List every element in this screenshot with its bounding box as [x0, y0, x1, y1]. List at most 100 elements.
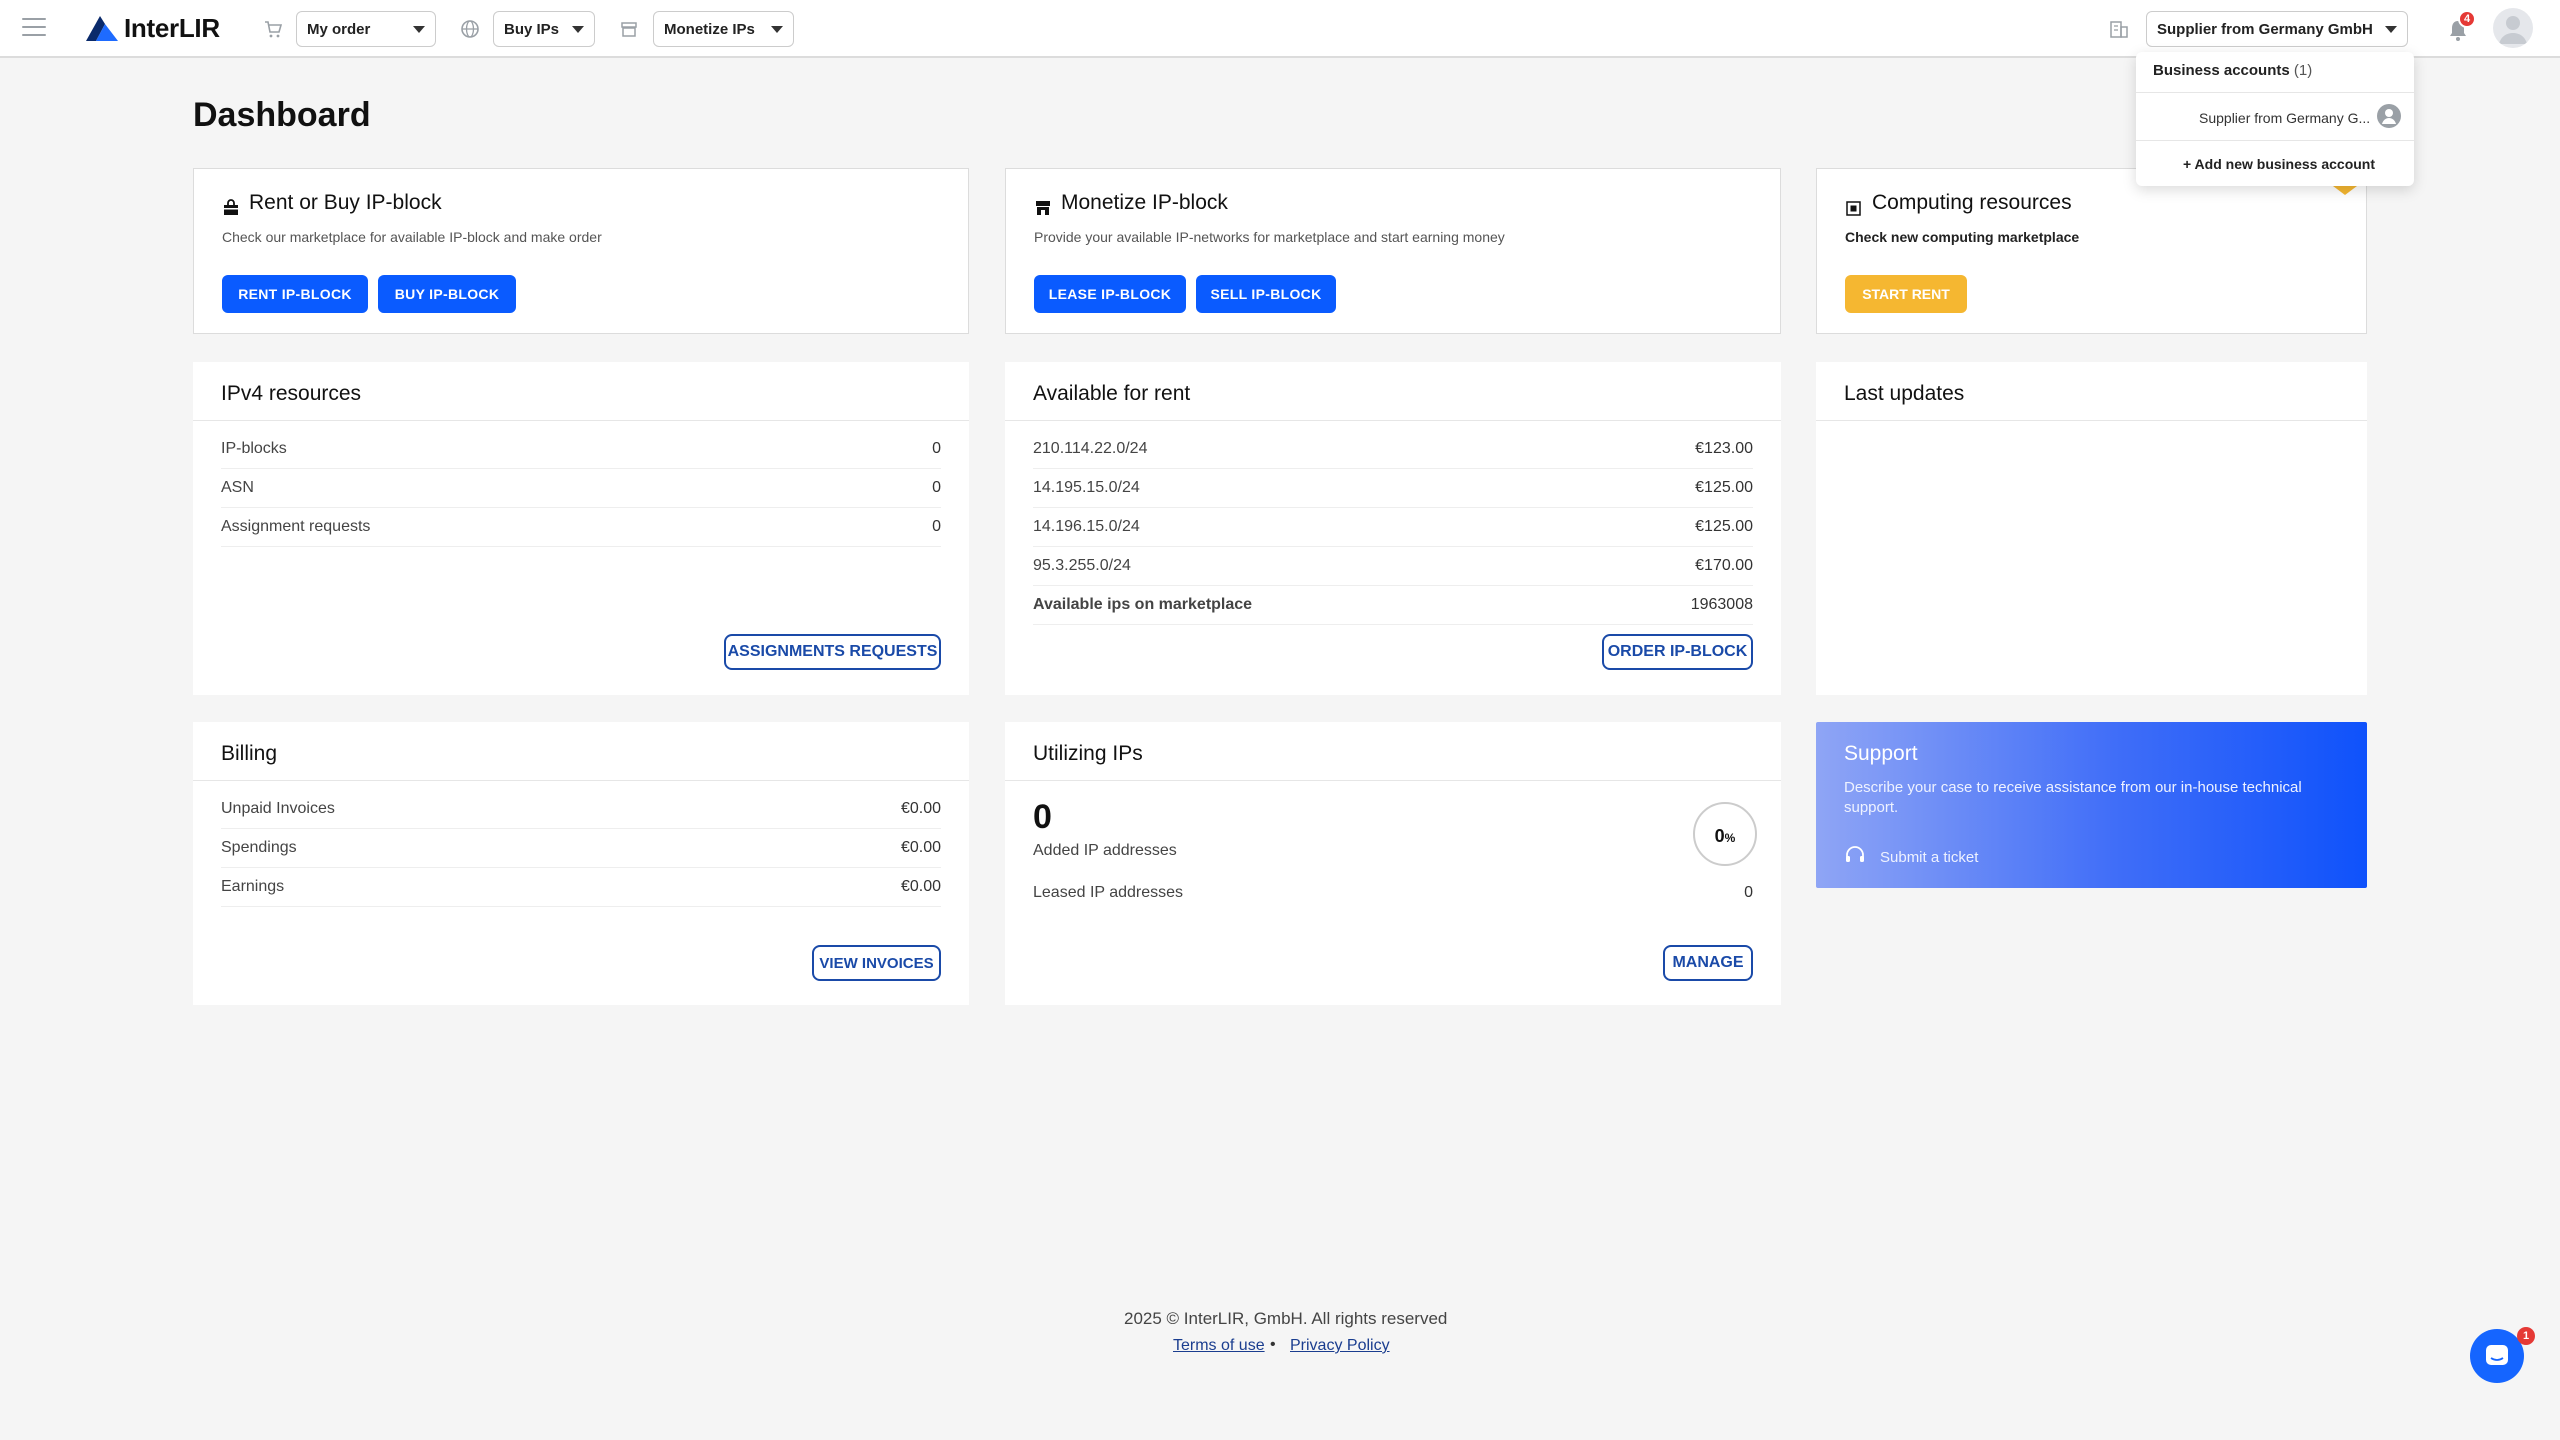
- account-select[interactable]: Supplier from Germany GmbH: [2146, 11, 2408, 47]
- buy-ip-block-button[interactable]: BUY IP-BLOCK: [378, 275, 516, 313]
- building-icon: [2110, 21, 2128, 38]
- privacy-link[interactable]: Privacy Policy: [1290, 1337, 1390, 1355]
- row-label: ASN: [221, 479, 254, 496]
- chat-icon: [2486, 1345, 2508, 1365]
- buy-ips-select[interactable]: Buy IPs: [493, 11, 595, 47]
- card-subtitle: Check new computing marketplace: [1845, 229, 2080, 245]
- menu-icon[interactable]: [22, 18, 46, 38]
- view-invoices-button[interactable]: VIEW INVOICES: [812, 945, 941, 981]
- store-icon: [1036, 201, 1050, 215]
- lease-ip-block-button[interactable]: LEASE IP-BLOCK: [1034, 275, 1186, 313]
- row-label: Spendings: [221, 839, 297, 856]
- billing-card: Billing Unpaid Invoices €0.00 Spendings …: [193, 722, 969, 1005]
- divider: [1816, 420, 2367, 421]
- bag-icon: [224, 199, 238, 215]
- row-label: Unpaid Invoices: [221, 800, 335, 817]
- globe-icon: [461, 20, 479, 38]
- account-dropdown: Business accounts (1) Supplier from Germ…: [2136, 52, 2414, 186]
- card-title: Billing: [221, 742, 278, 765]
- divider: [1033, 585, 1753, 586]
- chat-button[interactable]: [2470, 1329, 2524, 1383]
- chevron-down-icon: [413, 25, 425, 33]
- card-title: Computing resources: [1872, 191, 2072, 214]
- total-value: 1963008: [1690, 596, 1753, 613]
- start-rent-button[interactable]: START RENT: [1845, 275, 1967, 313]
- divider: [1005, 780, 1781, 781]
- row-label: Earnings: [221, 878, 285, 895]
- card-title: IPv4 resources: [221, 382, 362, 405]
- account-item[interactable]: Supplier from Germany G...: [2199, 110, 2370, 126]
- sell-ip-block-button[interactable]: SELL IP-BLOCK: [1196, 275, 1336, 313]
- headset-icon: [1846, 846, 1864, 862]
- divider: [193, 780, 969, 781]
- divider: [2136, 140, 2414, 141]
- leased-ip-value: 0: [1744, 884, 1753, 901]
- row-value: 0: [932, 479, 941, 496]
- dropdown-header: Business accounts (1): [2153, 62, 2312, 79]
- rent-ip-block-button[interactable]: RENT IP-BLOCK: [222, 275, 368, 313]
- divider: [221, 867, 941, 868]
- divider: [221, 828, 941, 829]
- divider: [1005, 420, 1781, 421]
- leased-ip-label: Leased IP addresses: [1033, 884, 1184, 901]
- divider: [221, 468, 941, 469]
- added-ip-count: 0: [1033, 798, 1052, 836]
- add-business-account-button[interactable]: + Add new business account: [2183, 156, 2375, 172]
- divider: [193, 420, 969, 421]
- notification-badge: 4: [2458, 10, 2476, 28]
- row-label[interactable]: 14.195.15.0/24: [1033, 479, 1140, 497]
- monetize-ips-select[interactable]: Monetize IPs: [653, 11, 794, 47]
- row-value: 0: [932, 440, 941, 457]
- utilizing-ips-card: Utilizing IPs 0 Added IP addresses 0% Le…: [1005, 722, 1781, 1005]
- brand-name: InterLIR: [124, 12, 220, 43]
- dropdown-header-label: Business accounts: [2153, 62, 2290, 79]
- avatar[interactable]: [2493, 8, 2533, 48]
- divider: [2136, 92, 2414, 93]
- gauge-value: 0%: [1695, 826, 1755, 847]
- submit-ticket-link[interactable]: Submit a ticket: [1880, 849, 1978, 866]
- row-value: €0.00: [900, 839, 941, 856]
- monetize-card: Monetize IP-block Provide your available…: [1005, 168, 1781, 334]
- chevron-down-icon: [572, 25, 584, 33]
- card-title: Available for rent: [1033, 382, 1191, 405]
- divider: [1033, 546, 1753, 547]
- store-icon: [621, 22, 637, 37]
- buy-ips-label: Buy IPs: [504, 20, 560, 38]
- chat-badge: 1: [2517, 1327, 2535, 1345]
- top-bar: InterLIR My order Buy IPs Monetize IPs S…: [0, 0, 2560, 58]
- card-title: Utilizing IPs: [1033, 742, 1143, 765]
- terms-link[interactable]: Terms of use: [1173, 1337, 1265, 1355]
- manage-button[interactable]: MANAGE: [1663, 945, 1753, 981]
- rent-buy-card: Rent or Buy IP-block Check our marketpla…: [193, 168, 969, 334]
- available-for-rent-card: Available for rent 210.114.22.0/24 €123.…: [1005, 362, 1781, 695]
- cart-icon: [265, 21, 283, 38]
- divider: [221, 507, 941, 508]
- divider: [1033, 624, 1753, 625]
- divider: [221, 906, 941, 907]
- divider: [1033, 468, 1753, 469]
- dropdown-header-count: (1): [2293, 62, 2313, 79]
- chevron-down-icon: [771, 25, 783, 33]
- row-value: €170.00: [1695, 557, 1753, 574]
- row-value: €125.00: [1695, 479, 1753, 496]
- account-select-label: Supplier from Germany GmbH: [2157, 20, 2373, 38]
- row-label[interactable]: 14.196.15.0/24: [1033, 518, 1140, 536]
- card-title: Rent or Buy IP-block: [249, 191, 442, 214]
- row-label: Assignment requests: [221, 518, 371, 535]
- monetize-ips-label: Monetize IPs: [664, 20, 755, 38]
- assignments-requests-button[interactable]: ASSIGNMENTS REQUESTS: [724, 634, 941, 670]
- support-title: Support: [1844, 742, 1918, 765]
- logo[interactable]: InterLIR: [84, 13, 220, 43]
- added-ip-label: Added IP addresses: [1033, 842, 1177, 859]
- card-title: Monetize IP-block: [1061, 191, 1228, 214]
- my-order-label: My order: [307, 20, 371, 38]
- row-label[interactable]: 210.114.22.0/24: [1033, 440, 1147, 458]
- ipv4-resources-card: IPv4 resources IP-blocks 0 ASN 0 Assignm…: [193, 362, 969, 695]
- support-card[interactable]: Support Describe your case to receive as…: [1816, 722, 2367, 888]
- row-label[interactable]: 95.3.255.0/24: [1033, 557, 1131, 575]
- utilization-gauge: 0%: [1693, 802, 1757, 866]
- chip-icon: [1846, 201, 1861, 216]
- my-order-select[interactable]: My order: [296, 11, 436, 47]
- order-ip-block-button[interactable]: ORDER IP-BLOCK: [1602, 634, 1753, 670]
- footer-separator: •: [1270, 1336, 1276, 1353]
